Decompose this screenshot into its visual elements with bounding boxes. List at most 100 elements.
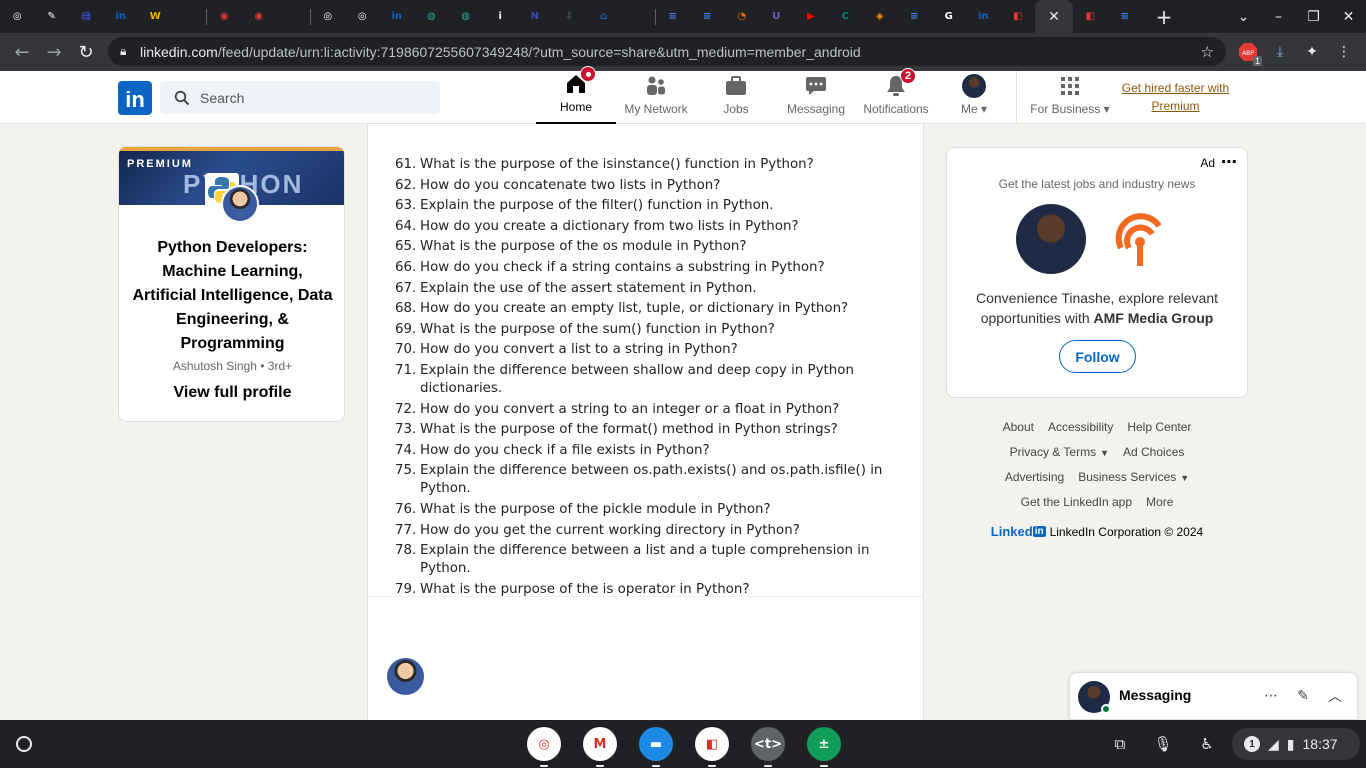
more-options-icon[interactable]: ⋯ [1221, 152, 1237, 171]
footer-link[interactable]: Business Services ▼ [1078, 470, 1189, 484]
browser-tab[interactable]: C [828, 0, 863, 33]
browser-tab[interactable]: ⌂ [587, 0, 622, 33]
footer-link[interactable]: Privacy & Terms ▼ [1010, 445, 1109, 459]
messaging-widget[interactable]: Messaging ⋯ ✎ ︿ [1069, 672, 1358, 720]
messaging-icon [804, 74, 828, 98]
ad-company-name[interactable]: AMF Media Group [1094, 310, 1214, 326]
nav-notifications[interactable]: 2 Notifications [856, 68, 936, 124]
browser-tab[interactable]: in [966, 0, 1001, 33]
browser-tab[interactable]: ◎ [345, 0, 380, 33]
close-icon[interactable]: ✕ [1048, 9, 1060, 25]
reload-icon[interactable]: ↻ [70, 42, 102, 63]
browser-tab[interactable]: ◍ [414, 0, 449, 33]
browser-tab[interactable] [621, 0, 656, 33]
search-input[interactable] [200, 89, 420, 106]
browser-tab[interactable]: ≡ [656, 0, 691, 33]
status-tray[interactable]: 1 ◢ ▮ 18:37 [1232, 728, 1360, 760]
browser-tab[interactable]: G [932, 0, 967, 33]
new-tab-button[interactable]: + [1148, 0, 1180, 33]
browser-tab[interactable]: ◍ [449, 0, 484, 33]
browser-tab[interactable]: ◈ [863, 0, 898, 33]
close-window-icon[interactable]: ✕ [1331, 9, 1366, 25]
footer-link[interactable]: Help Center [1127, 420, 1191, 434]
browser-tab[interactable]: ⇩ [552, 0, 587, 33]
url-text[interactable]: linkedin.com/feed/update/urn:li:activity… [140, 44, 861, 60]
footer-link[interactable]: Advertising [1005, 470, 1064, 484]
back-arrow-icon[interactable]: ← [6, 42, 38, 63]
nav-my-network[interactable]: My Network [616, 71, 696, 124]
browser-tab[interactable]: ◧ [1073, 0, 1108, 33]
browser-tab[interactable] [173, 0, 207, 33]
compose-icon[interactable]: ✎ [1292, 685, 1314, 707]
forward-arrow-icon[interactable]: → [38, 42, 70, 63]
nav-for-business[interactable]: For Business ▾ [1026, 71, 1114, 124]
address-bar[interactable]: 🔒︎ linkedin.com/feed/update/urn:li:activ… [108, 37, 1226, 66]
browser-tab[interactable]: ◉ [242, 0, 277, 33]
browser-tab[interactable]: ≡ [897, 0, 932, 33]
accessibility-icon[interactable]: ♿︎ [1195, 732, 1219, 756]
follow-button[interactable]: Follow [1059, 340, 1136, 373]
linkedin-logo-icon[interactable]: in [118, 81, 152, 115]
browser-tab[interactable]: i [483, 0, 518, 33]
footer-link[interactable]: Accessibility [1048, 420, 1113, 434]
footer-link[interactable]: More [1146, 495, 1173, 509]
browser-tab[interactable]: ✎ [35, 0, 70, 33]
browser-tab[interactable]: ◎ [0, 0, 35, 33]
minimize-icon[interactable]: – [1261, 9, 1296, 25]
terminal-icon[interactable]: <t> [751, 727, 785, 767]
footer-link[interactable]: Ad Choices [1123, 445, 1184, 459]
adblock-extension-icon[interactable]: ABP 1 [1236, 40, 1262, 66]
browser-tab[interactable]: ◉ [207, 0, 242, 33]
nav-me[interactable]: Me ▾ [946, 71, 1002, 124]
files-icon[interactable]: ▬ [639, 727, 673, 767]
bookmark-star-icon[interactable]: ☆ [1201, 43, 1214, 61]
nav-messaging[interactable]: Messaging [776, 71, 856, 124]
search-box[interactable] [160, 81, 440, 114]
commenter-avatar[interactable] [387, 658, 424, 695]
tab-app-icon: ◈ [875, 11, 884, 22]
browser-tab[interactable]: U [759, 0, 794, 33]
lock-icon[interactable]: 🔒︎ [120, 44, 140, 59]
briefcase-icon [724, 74, 748, 98]
extensions-puzzle-icon[interactable]: ✦ [1300, 40, 1324, 64]
browser-tab[interactable]: ◧ [1001, 0, 1036, 33]
active-tab[interactable]: ✕ [1035, 0, 1073, 33]
footer-link[interactable]: Get the LinkedIn app [1021, 495, 1132, 509]
gmail-icon[interactable]: M [583, 727, 617, 767]
nav-home[interactable]: Home [536, 66, 616, 124]
browser-tab[interactable]: in [104, 0, 139, 33]
browser-tab[interactable]: ▶ [794, 0, 829, 33]
browser-tab[interactable]: in [380, 0, 415, 33]
view-full-profile-link[interactable]: View full profile [119, 384, 344, 402]
browser-tab[interactable]: ≡ [690, 0, 725, 33]
tab-search-icon[interactable]: ⌄ [1226, 9, 1261, 25]
sheets-calculator-icon[interactable]: ± [807, 727, 841, 767]
browser-tab[interactable]: N [518, 0, 553, 33]
tab-app-icon: ◔ [737, 11, 747, 22]
browser-tab[interactable]: ▤ [69, 0, 104, 33]
premium-upsell-link[interactable]: Get hired faster with Premium [1118, 79, 1233, 115]
browser-tab[interactable]: W [138, 0, 173, 33]
browser-tab[interactable] [276, 0, 311, 33]
nav-jobs[interactable]: Jobs [696, 71, 776, 124]
browser-tab[interactable]: ◎ [311, 0, 346, 33]
clipboard-icon[interactable]: ⧉ [1108, 732, 1132, 756]
group-title[interactable]: Python Developers: Machine Learning, Art… [119, 236, 344, 356]
launcher-icon[interactable] [12, 732, 36, 756]
tab-app-icon: U [772, 11, 781, 22]
chrome-icon[interactable]: ◎ [527, 727, 561, 767]
meet-icon[interactable]: ◧ [695, 727, 729, 767]
messaging-title[interactable]: Messaging [1119, 687, 1191, 703]
post-image[interactable]: 61. What is the purpose of the isinstance… [368, 124, 923, 617]
question-text: Explain the purpose of the filter() func… [420, 198, 774, 214]
more-options-icon[interactable]: ⋯ [1260, 685, 1282, 707]
browser-tab[interactable]: ◔ [725, 0, 760, 33]
microphone-icon[interactable]: 🎙︎ [1151, 732, 1175, 756]
chrome-menu-icon[interactable]: ⋮ [1332, 40, 1356, 64]
maximize-icon[interactable]: ❐ [1296, 9, 1331, 25]
download-icon[interactable]: ⤓ [1268, 40, 1292, 64]
browser-tab[interactable]: ≡ [1108, 0, 1143, 33]
footer-link[interactable]: About [1003, 420, 1034, 434]
profile-avatar[interactable] [221, 185, 259, 223]
chevron-up-icon[interactable]: ︿ [1324, 685, 1346, 707]
